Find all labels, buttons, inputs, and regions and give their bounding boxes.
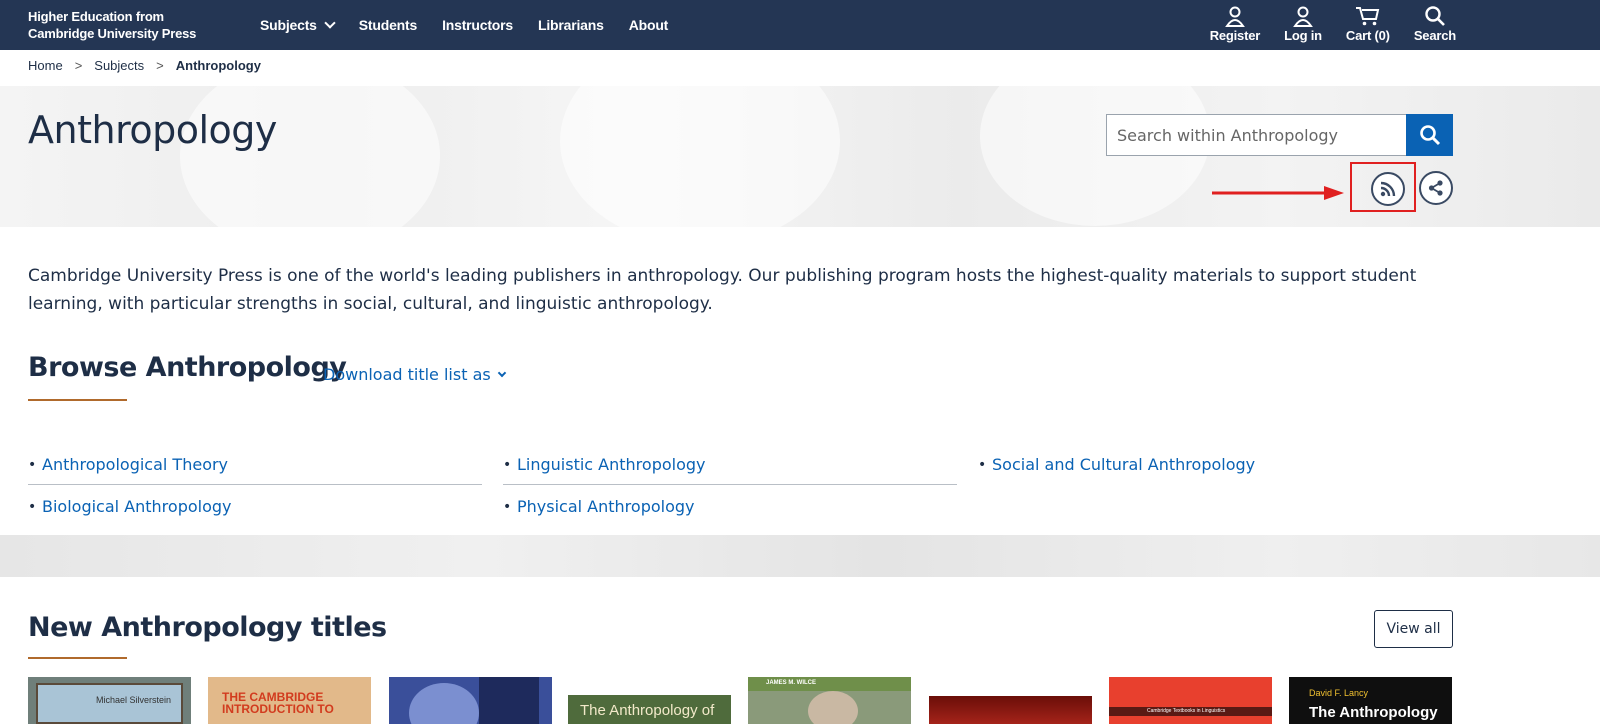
cover-art — [409, 683, 479, 724]
login-label: Log in — [1284, 28, 1322, 43]
cart-button[interactable]: Cart (0) — [1346, 0, 1390, 50]
utility-nav: Register Log in Cart (0) Search — [1186, 0, 1456, 50]
subject-search-submit[interactable] — [1406, 114, 1453, 156]
download-title-list-dropdown[interactable]: Download title list as — [323, 365, 506, 384]
book-cover[interactable] — [929, 677, 1092, 724]
browse-heading: Browse Anthropology — [28, 352, 347, 383]
book-author: Michael Silverstein — [96, 695, 172, 705]
bullet: • — [503, 499, 512, 515]
cover-art — [808, 691, 858, 724]
search-icon — [1425, 6, 1445, 26]
register-label: Register — [1209, 28, 1261, 43]
nav-about[interactable]: About — [629, 17, 669, 33]
subject-link-biological-anthropology[interactable]: Biological Anthropology — [42, 497, 232, 516]
book-title: THE CAMBRIDGE INTRODUCTION TO — [222, 690, 334, 716]
share-button[interactable] — [1419, 171, 1453, 205]
rss-icon — [1380, 181, 1396, 197]
nav-subjects[interactable]: Subjects — [260, 16, 336, 33]
search-button[interactable]: Search — [1414, 0, 1456, 50]
book-cover[interactable] — [389, 677, 552, 724]
hero-banner: Anthropology Search within Anthropology — [0, 86, 1600, 227]
view-all-button[interactable]: View all — [1374, 610, 1453, 648]
subject-search-input[interactable]: Search within Anthropology — [1106, 114, 1408, 156]
divider — [503, 484, 957, 485]
cover-art — [479, 677, 539, 724]
bullet: • — [978, 457, 987, 473]
search-label: Search — [1413, 28, 1456, 43]
book-cover[interactable]: Michael Silverstein — [28, 677, 191, 724]
nav-librarians[interactable]: Librarians — [538, 17, 604, 33]
background-decoration — [980, 86, 1210, 226]
subject-link-linguistic-anthropology[interactable]: Linguistic Anthropology — [517, 455, 706, 474]
cart-icon — [1355, 7, 1380, 26]
chevron-down-icon — [497, 368, 506, 377]
cart-label: Cart (0) — [1345, 28, 1390, 43]
person-icon — [1293, 6, 1313, 27]
annotation-arrow-icon — [1212, 186, 1344, 200]
bullet: • — [28, 499, 37, 515]
background-decoration — [560, 86, 840, 227]
subject-link-physical-anthropology[interactable]: Physical Anthropology — [517, 497, 695, 516]
heading-underline — [28, 657, 127, 659]
nav-instructors[interactable]: Instructors — [442, 17, 513, 33]
share-icon — [1428, 180, 1443, 196]
brand-logo-text[interactable]: Higher Education from Cambridge Universi… — [28, 8, 208, 42]
series-name: Cambridge Textbooks in Linguistics — [1147, 708, 1226, 714]
heading-underline — [28, 399, 127, 401]
register-button[interactable]: Register — [1210, 0, 1260, 50]
subject-link-anthropological-theory[interactable]: Anthropological Theory — [42, 455, 228, 474]
book-cover[interactable]: THE CAMBRIDGE INTRODUCTION TO — [208, 677, 371, 724]
nav-students[interactable]: Students — [359, 17, 417, 33]
chevron-down-icon — [324, 16, 336, 29]
cover-art — [929, 696, 1092, 724]
book-cover[interactable]: Cambridge Textbooks in Linguistics — [1109, 677, 1272, 724]
breadcrumb-subjects[interactable]: Subjects — [94, 58, 144, 73]
breadcrumb-separator: > — [74, 58, 83, 73]
breadcrumb-separator: > — [156, 58, 164, 73]
breadcrumb-home[interactable]: Home — [28, 58, 63, 73]
breadcrumb-current: Anthropology — [175, 58, 261, 73]
subject-description: Cambridge University Press is one of the… — [28, 266, 1417, 314]
book-author: David F. Lancy — [1309, 688, 1369, 698]
nav-subjects-label: Subjects — [260, 17, 317, 33]
book-title: The Anthropology of — [580, 702, 715, 719]
breadcrumb: Home > Subjects > Anthropology — [28, 58, 261, 73]
rss-feed-button[interactable] — [1371, 172, 1405, 206]
bullet: • — [503, 457, 512, 473]
download-label: Download title list as — [323, 365, 491, 384]
book-cover[interactable]: David F. Lancy The Anthropology — [1289, 677, 1452, 724]
search-icon — [1419, 125, 1440, 146]
person-icon — [1225, 6, 1245, 27]
new-titles-heading: New Anthropology titles — [28, 612, 387, 643]
book-title: The Anthropology — [1309, 704, 1438, 721]
book-cover[interactable]: JAMES M. WILCE — [748, 677, 911, 724]
main-nav: Subjects Students Instructors Librarians… — [260, 0, 693, 50]
decorative-band — [0, 535, 1600, 577]
login-button[interactable]: Log in — [1284, 0, 1322, 50]
subject-link-social-cultural-anthropology[interactable]: Social and Cultural Anthropology — [992, 455, 1255, 474]
top-navigation: Higher Education from Cambridge Universi… — [0, 0, 1600, 50]
divider — [28, 484, 482, 485]
book-author: JAMES M. WILCE — [766, 680, 817, 686]
page-title: Anthropology — [28, 108, 277, 152]
book-cover[interactable]: The Anthropology of — [568, 677, 731, 724]
bullet: • — [28, 457, 37, 473]
